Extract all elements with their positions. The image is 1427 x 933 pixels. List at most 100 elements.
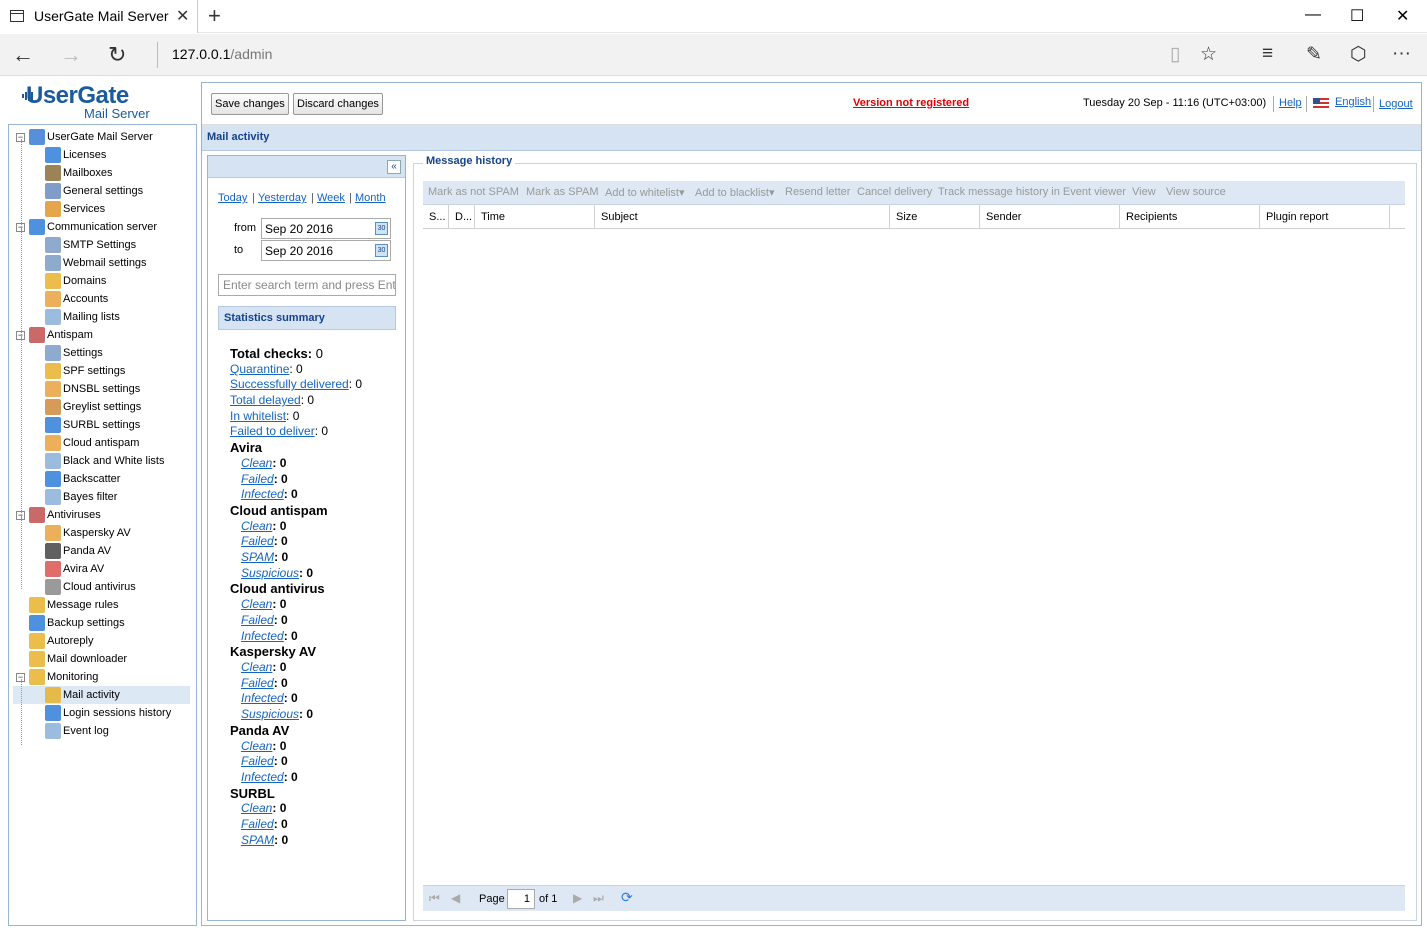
page-number-input[interactable]: 1 <box>507 889 535 909</box>
url-field[interactable]: 127.0.0.1/admin <box>172 46 272 62</box>
stat-link[interactable]: Suspicious <box>241 707 299 721</box>
tree-item-bayes-filter[interactable]: Bayes filter <box>13 488 190 506</box>
stat-link[interactable]: Infected <box>241 487 284 501</box>
tree-item-autoreply[interactable]: Autoreply <box>13 632 190 650</box>
stat-link[interactable]: SPAM <box>241 833 274 847</box>
stat-link[interactable]: Clean <box>241 660 272 674</box>
stat-link[interactable]: Quarantine <box>230 362 289 376</box>
stat-link[interactable]: Successfully delivered <box>230 377 349 391</box>
more-icon[interactable]: ··· <box>1392 43 1411 65</box>
stat-link[interactable]: Clean <box>241 739 272 753</box>
toolbar-add-to-blacklist-button[interactable]: Add to blacklist▾ <box>695 186 775 199</box>
search-input[interactable]: Enter search term and press Enter <box>218 274 396 296</box>
stat-link[interactable]: Failed <box>241 613 274 627</box>
tree-item-event-log[interactable]: Event log <box>13 722 190 740</box>
new-tab-icon[interactable]: + <box>208 3 221 29</box>
refresh-grid-icon[interactable]: ⟳ <box>621 889 633 906</box>
tree-item-mail-downloader[interactable]: Mail downloader <box>13 650 190 668</box>
maximize-icon[interactable]: ☐ <box>1350 6 1364 26</box>
column-header-d[interactable]: D... <box>449 205 475 229</box>
tree-item-domains[interactable]: Domains <box>13 272 190 290</box>
column-header-subject[interactable]: Subject <box>595 205 890 229</box>
back-icon[interactable]: ← <box>12 42 34 68</box>
column-header-recipients[interactable]: Recipients <box>1120 205 1260 229</box>
stat-link[interactable]: Failed <box>241 817 274 831</box>
tree-item-message-rules[interactable]: Message rules <box>13 596 190 614</box>
period-week-link[interactable]: Week <box>317 192 345 204</box>
tree-item-avira-av[interactable]: Avira AV <box>13 560 190 578</box>
tree-item-dnsbl-settings[interactable]: DNSBL settings <box>13 380 190 398</box>
tree-item-surbl-settings[interactable]: SURBL settings <box>13 416 190 434</box>
tree-item-spf-settings[interactable]: SPF settings <box>13 362 190 380</box>
browser-tab[interactable]: UserGate Mail Server ✕ <box>0 0 198 33</box>
forward-icon[interactable]: → <box>60 42 82 68</box>
column-header-sender[interactable]: Sender <box>980 205 1120 229</box>
tree-item-communication-server[interactable]: − Communication server <box>13 218 190 236</box>
prev-page-icon[interactable]: ◀ <box>451 891 460 905</box>
stat-link[interactable]: In whitelist <box>230 409 286 423</box>
stat-link[interactable]: Clean <box>241 597 272 611</box>
stat-link[interactable]: Clean <box>241 456 272 470</box>
tree-item-licenses[interactable]: Licenses <box>13 146 190 164</box>
stat-link[interactable]: Total delayed <box>230 393 301 407</box>
close-tab-icon[interactable]: ✕ <box>176 6 189 26</box>
stat-link[interactable]: Clean <box>241 801 272 815</box>
stat-link[interactable]: Failed to deliver <box>230 424 315 438</box>
column-header-plugin-report[interactable]: Plugin report <box>1260 205 1390 229</box>
discard-changes-button[interactable]: Discard changes <box>293 93 383 115</box>
hub-icon[interactable]: ≡ <box>1262 43 1273 65</box>
from-date-field[interactable]: Sep 20 2016 30 <box>261 218 391 239</box>
next-page-icon[interactable]: ▶ <box>573 891 582 905</box>
period-yesterday-link[interactable]: Yesterday <box>258 192 307 204</box>
tree-item-cloud-antivirus[interactable]: Cloud antivirus <box>13 578 190 596</box>
toolbar-mark-as-spam-button[interactable]: Mark as SPAM <box>526 186 599 198</box>
tree-item-services[interactable]: Services <box>13 200 190 218</box>
tree-item-cloud-antispam[interactable]: Cloud antispam <box>13 434 190 452</box>
tree-item-panda-av[interactable]: Panda AV <box>13 542 190 560</box>
column-header-size[interactable]: Size <box>890 205 980 229</box>
tree-item-backup-settings[interactable]: Backup settings <box>13 614 190 632</box>
period-today-link[interactable]: Today <box>218 192 247 204</box>
web-note-icon[interactable]: ✎ <box>1306 43 1322 66</box>
minimize-icon[interactable]: — <box>1305 6 1321 24</box>
tree-item-mail-activity[interactable]: Mail activity <box>13 686 190 704</box>
tree-item-general-settings[interactable]: General settings <box>13 182 190 200</box>
refresh-icon[interactable]: ↻ <box>108 42 126 68</box>
tree-item-settings[interactable]: Settings <box>13 344 190 362</box>
tree-item-antiviruses[interactable]: − Antiviruses <box>13 506 190 524</box>
tree-item-accounts[interactable]: Accounts <box>13 290 190 308</box>
tree-item-greylist-settings[interactable]: Greylist settings <box>13 398 190 416</box>
collapse-panel-icon[interactable]: « <box>387 160 401 174</box>
to-date-field[interactable]: Sep 20 2016 30 <box>261 240 391 261</box>
stat-link[interactable]: Failed <box>241 754 274 768</box>
tree-item-mailing-lists[interactable]: Mailing lists <box>13 308 190 326</box>
favorite-star-icon[interactable]: ☆ <box>1200 43 1217 66</box>
toolbar-add-to-whitelist-button[interactable]: Add to whitelist▾ <box>605 186 685 199</box>
share-icon[interactable]: ⬡ <box>1350 43 1367 66</box>
logout-link[interactable]: Logout <box>1379 98 1413 110</box>
tree-item-kaspersky-av[interactable]: Kaspersky AV <box>13 524 190 542</box>
toolbar-view-source-button[interactable]: View source <box>1166 186 1226 198</box>
first-page-icon[interactable]: ⏮ <box>429 891 440 906</box>
calendar-icon[interactable]: 30 <box>375 244 388 257</box>
close-window-icon[interactable]: ✕ <box>1396 6 1409 26</box>
stat-link[interactable]: Failed <box>241 472 274 486</box>
column-header-time[interactable]: Time <box>475 205 595 229</box>
reading-view-icon[interactable]: ▯ <box>1170 43 1180 66</box>
help-link[interactable]: Help <box>1279 97 1302 109</box>
tree-item-smtp-settings[interactable]: SMTP Settings <box>13 236 190 254</box>
toolbar-resend-letter-button[interactable]: Resend letter <box>785 186 850 198</box>
toolbar-cancel-delivery-button[interactable]: Cancel delivery <box>857 186 932 198</box>
toolbar-track-message-history-in-event-viewer-button[interactable]: Track message history in Event viewer <box>938 186 1126 198</box>
calendar-icon[interactable]: 30 <box>375 222 388 235</box>
stat-link[interactable]: Failed <box>241 534 274 548</box>
stat-link[interactable]: Failed <box>241 676 274 690</box>
stat-link[interactable]: SPAM <box>241 550 274 564</box>
stat-link[interactable]: Infected <box>241 691 284 705</box>
tree-item-monitoring[interactable]: − Monitoring <box>13 668 190 686</box>
last-page-icon[interactable]: ⏭ <box>593 891 604 906</box>
column-header-s[interactable]: S... <box>423 205 449 229</box>
stat-link[interactable]: Suspicious <box>241 566 299 580</box>
tree-item-mailboxes[interactable]: Mailboxes <box>13 164 190 182</box>
tree-item-login-sessions-history[interactable]: Login sessions history <box>13 704 190 722</box>
